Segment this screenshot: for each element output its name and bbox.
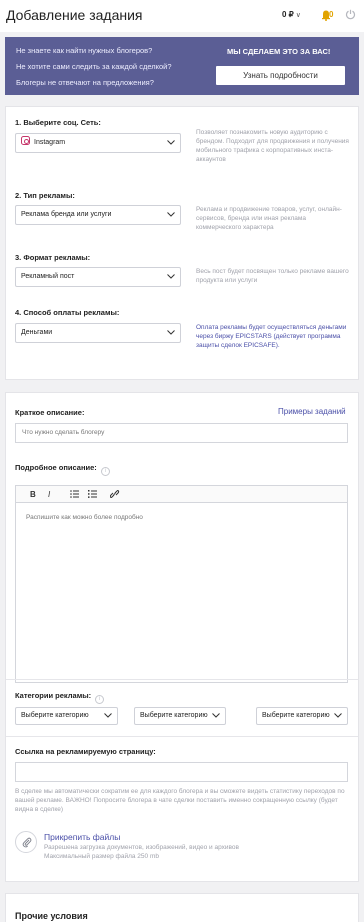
info-icon[interactable]: i bbox=[100, 467, 110, 476]
bold-button[interactable]: B bbox=[30, 489, 36, 500]
link-note: В сделке мы автоматически сократим ее дл… bbox=[15, 788, 345, 813]
chevron-down-icon bbox=[212, 713, 220, 718]
category-select-3[interactable]: Выберите категорию bbox=[256, 707, 348, 725]
editor-toolbar: B I bbox=[16, 486, 347, 503]
social-network-help: Позволяет познакомить новую аудиторию с … bbox=[196, 129, 349, 163]
divider bbox=[6, 679, 358, 680]
chevron-down-icon bbox=[167, 274, 175, 279]
category-select-1[interactable]: Выберите категорию bbox=[15, 707, 118, 725]
short-description-label: Краткое описание: bbox=[15, 408, 85, 417]
step-payment-label: 4. Способ оплаты рекламы: bbox=[15, 308, 120, 317]
banner-question-1: Не знаете как найти нужных блогеров? bbox=[16, 46, 153, 55]
short-description-input[interactable]: Что нужно сделать блогеру bbox=[15, 423, 348, 443]
notification-count: 0 bbox=[329, 10, 334, 19]
info-icon[interactable]: i bbox=[95, 695, 105, 704]
step-format-label: 3. Формат рекламы: bbox=[15, 253, 91, 262]
ad-format-value: Рекламный пост bbox=[21, 273, 75, 280]
chevron-down-icon bbox=[104, 713, 112, 718]
payment-method-select[interactable]: Деньгами bbox=[15, 323, 181, 343]
category-select-2-value: Выберите категорию bbox=[140, 712, 208, 719]
other-conditions-card: Прочие условия bbox=[5, 893, 359, 922]
social-network-select[interactable]: Instagram bbox=[15, 133, 181, 153]
ad-type-value: Реклама бренда или услуги bbox=[21, 211, 112, 218]
payment-method-value: Деньгами bbox=[21, 329, 53, 336]
detail-description-editor[interactable]: B I Распишите как можно более подробно bbox=[15, 485, 348, 683]
balance-value: 0 ₽ bbox=[282, 10, 294, 19]
chevron-down-icon bbox=[167, 212, 175, 217]
attach-note-size: Максимальный размер файла 250 mb bbox=[44, 853, 159, 860]
top-header: Добавление задания 0 ₽ ∨ 0 bbox=[0, 0, 364, 32]
category-select-1-value: Выберите категорию bbox=[21, 712, 89, 719]
category-select-3-value: Выберите категорию bbox=[262, 712, 330, 719]
paperclip-icon bbox=[22, 837, 32, 848]
detail-description-placeholder: Распишите как можно более подробно bbox=[26, 514, 143, 521]
balance-dropdown[interactable]: 0 ₽ ∨ bbox=[282, 10, 301, 19]
categories-label: Категории рекламы: bbox=[15, 691, 92, 700]
link-input[interactable] bbox=[15, 762, 348, 782]
attach-note-types: Разрешена загрузка документов, изображен… bbox=[44, 844, 239, 851]
categories-label-row: Категории рекламы: i bbox=[15, 691, 105, 704]
link-label: Ссылка на рекламируемую страницу: bbox=[15, 747, 156, 756]
social-network-value: Instagram bbox=[34, 139, 66, 146]
link-icon[interactable] bbox=[110, 490, 120, 499]
chevron-down-icon bbox=[334, 713, 342, 718]
chevron-down-icon bbox=[167, 140, 175, 145]
divider bbox=[6, 736, 358, 737]
attach-files-link[interactable]: Прикрепить файлы bbox=[44, 832, 120, 842]
campaign-settings-card: 1. Выберите соц. Сеть: Instagram Позволя… bbox=[5, 106, 359, 380]
detail-description-label: Подробное описание: bbox=[15, 463, 97, 472]
page-title: Добавление задания bbox=[6, 7, 143, 23]
banner-promo-text: МЫ СДЕЛАЕМ ЭТО ЗА ВАС! bbox=[227, 47, 331, 56]
promo-banner: Не знаете как найти нужных блогеров? Не … bbox=[5, 37, 359, 95]
ad-format-help: Весь пост будет посвящен только рекламе … bbox=[196, 268, 349, 284]
italic-button[interactable]: I bbox=[48, 489, 50, 500]
ad-type-help: Реклама и продвижение товаров, услуг, он… bbox=[196, 206, 342, 231]
payment-method-help: Оплата рекламы будет осуществляться день… bbox=[196, 324, 347, 349]
bullet-list-icon[interactable] bbox=[70, 490, 79, 498]
logout-icon[interactable] bbox=[345, 9, 356, 20]
ad-format-select[interactable]: Рекламный пост bbox=[15, 267, 181, 287]
detail-description-label-row: Подробное описание: i bbox=[15, 463, 110, 476]
numbered-list-icon[interactable] bbox=[88, 490, 97, 498]
category-select-2[interactable]: Выберите категорию bbox=[134, 707, 226, 725]
chevron-down-icon bbox=[167, 330, 175, 335]
step-type-label: 2. Тип рекламы: bbox=[15, 191, 75, 200]
task-description-card: Краткое описание: Примеры заданий Что ну… bbox=[5, 392, 359, 882]
attach-button[interactable] bbox=[15, 831, 37, 853]
examples-link[interactable]: Примеры заданий bbox=[278, 407, 346, 416]
banner-question-2: Не хотите сами следить за каждой сделкой… bbox=[16, 62, 172, 71]
chevron-down-icon: ∨ bbox=[295, 12, 301, 19]
ad-type-select[interactable]: Реклама бренда или услуги bbox=[15, 205, 181, 225]
other-conditions-title: Прочие условия bbox=[15, 911, 88, 921]
instagram-icon bbox=[21, 136, 30, 145]
learn-more-button[interactable]: Узнать подробности bbox=[216, 66, 345, 85]
step-social-label: 1. Выберите соц. Сеть: bbox=[15, 118, 101, 127]
banner-question-3: Блогеры не отвечают на предложения? bbox=[16, 78, 154, 87]
